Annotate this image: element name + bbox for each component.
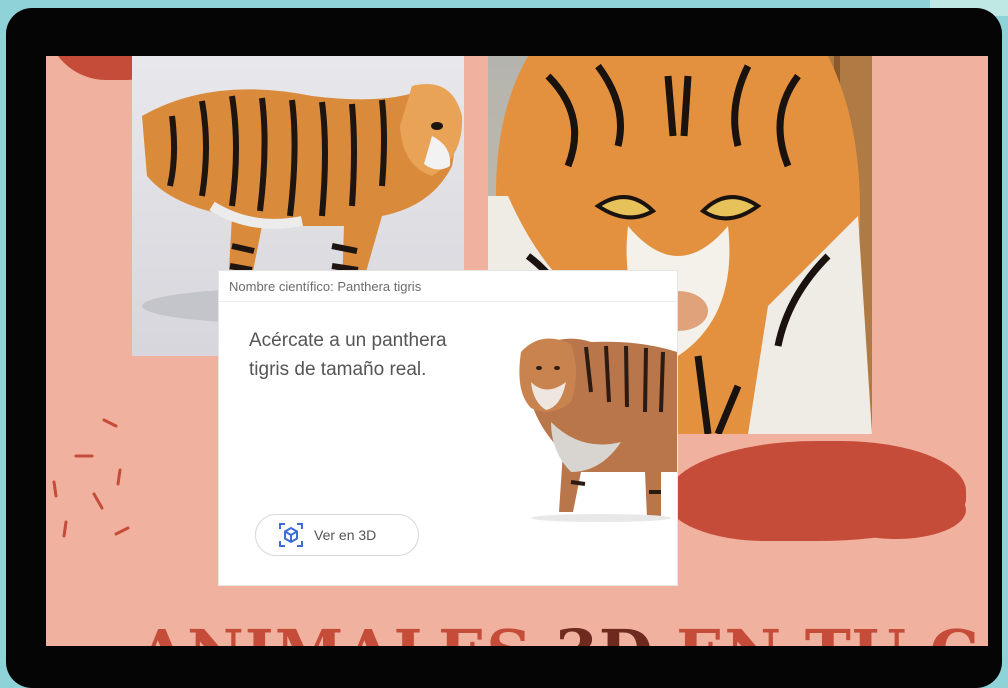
headline-part1: ANIMALES <box>138 616 532 646</box>
device-frame: Nombre científico: Panthera tigris Acérc… <box>6 8 1002 688</box>
tiger-3d-model-thumbnail[interactable] <box>511 322 677 522</box>
decor-tick-marks <box>52 418 130 538</box>
headline-part3: EN TU CASA <box>676 616 988 646</box>
screen: Nombre científico: Panthera tigris Acérc… <box>46 56 988 646</box>
view-in-3d-button[interactable]: Ver en 3D <box>255 514 419 556</box>
view-in-3d-label: Ver en 3D <box>314 527 377 543</box>
headline-part2: 3D <box>555 616 654 646</box>
ar-cube-icon <box>279 523 303 547</box>
card-description: Acércate a un panthera tigris de tamaño … <box>249 330 447 380</box>
ar-info-card: Nombre científico: Panthera tigris Acérc… <box>218 270 678 586</box>
headline: ANIMALES 3D EN TU CASA <box>138 616 988 646</box>
decor-blob-right-tail <box>826 481 966 539</box>
card-body: Acércate a un panthera tigris de tamaño … <box>219 301 677 582</box>
scientific-name-caption: Nombre científico: Panthera tigris <box>229 279 422 294</box>
